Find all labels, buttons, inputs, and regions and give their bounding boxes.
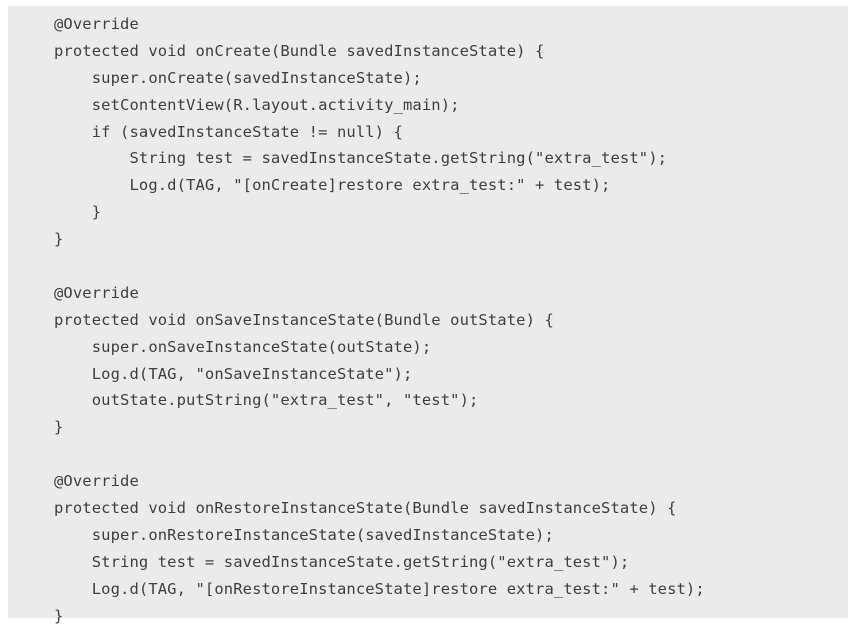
code-line: super.onSaveInstanceState(outState); <box>54 337 432 356</box>
code-line: super.onCreate(savedInstanceState); <box>54 68 422 87</box>
code-line: super.onRestoreInstanceState(savedInstan… <box>54 525 554 544</box>
code-line: } <box>54 230 64 249</box>
code-listing: @Override protected void onCreate(Bundle… <box>8 6 848 625</box>
code-line: Log.d(TAG, "[onCreate]restore extra_test… <box>54 176 611 195</box>
code-line-method-signature: protected void onRestoreInstanceState(Bu… <box>54 499 677 518</box>
code-line: outState.putString("extra_test", "test")… <box>54 391 479 410</box>
code-line-annotation: @Override <box>54 15 139 33</box>
code-line-annotation: @Override <box>54 472 139 491</box>
code-line-method-signature: protected void onCreate(Bundle savedInst… <box>54 41 545 60</box>
code-line: Log.d(TAG, "onSaveInstanceState"); <box>54 364 413 383</box>
code-line: setContentView(R.layout.activity_main); <box>54 95 460 114</box>
code-line-method-signature: protected void onSaveInstanceState(Bundl… <box>54 310 554 329</box>
code-line: if (savedInstanceState != null) { <box>54 122 403 141</box>
code-line: String test = savedInstanceState.getStri… <box>54 149 668 168</box>
code-line: } <box>54 606 64 625</box>
code-line-annotation: @Override <box>54 283 139 302</box>
code-line: } <box>54 203 102 222</box>
code-line: Log.d(TAG, "[onRestoreInstanceState]rest… <box>54 579 705 598</box>
code-line: } <box>54 418 64 437</box>
code-line: String test = savedInstanceState.getStri… <box>54 552 630 571</box>
